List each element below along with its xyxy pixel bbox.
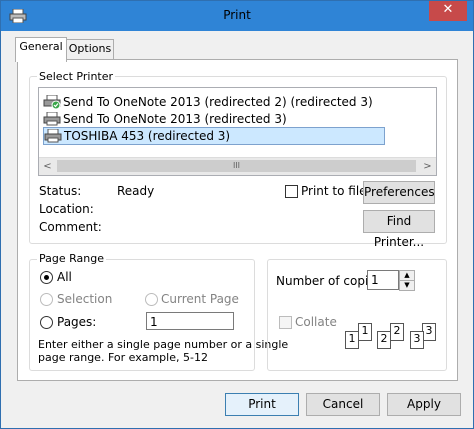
select-printer-title: Select Printer: [37, 70, 116, 83]
current-page-label[interactable]: Current Page: [161, 292, 239, 306]
page-range-hint: Enter either a single page number or a s…: [38, 338, 289, 351]
printer-item[interactable]: Send To OneNote 2013 (redirected 3): [43, 111, 287, 127]
selection-label[interactable]: Selection: [57, 292, 112, 306]
all-radio[interactable]: [40, 271, 53, 284]
pages-label[interactable]: Pages:: [57, 315, 96, 329]
print-dialog: Print ✕ General Options Select Printer S…: [0, 0, 474, 429]
location-label: Location:: [39, 202, 94, 216]
pages-radio[interactable]: [40, 316, 53, 329]
selection-radio[interactable]: [40, 293, 53, 306]
collate-page-front: 3: [410, 331, 424, 349]
page-range-title: Page Range: [37, 252, 106, 265]
printer-default-icon: [43, 95, 61, 109]
printer-name: Send To OneNote 2013 (redirected 3): [63, 112, 287, 126]
status-label: Status:: [39, 184, 82, 198]
printer-name: Send To OneNote 2013 (redirected 2) (red…: [63, 95, 373, 109]
find-printer-button[interactable]: Find Printer...: [363, 210, 435, 249]
collate-page-front: 1: [345, 331, 359, 349]
scroll-right-icon[interactable]: >: [419, 158, 436, 175]
page-range-hint: page range. For example, 5-12: [38, 351, 208, 364]
printer-icon: [44, 129, 62, 143]
close-button[interactable]: ✕: [429, 1, 467, 21]
horizontal-scrollbar[interactable]: < III >: [39, 157, 436, 175]
current-page-radio[interactable]: [145, 293, 158, 306]
tab-options[interactable]: Options: [66, 39, 114, 60]
collate-page-front: 2: [377, 331, 391, 349]
collate-page-back: 1: [358, 323, 372, 341]
pages-input[interactable]: 1: [146, 312, 234, 330]
printer-icon: [43, 112, 61, 126]
all-label[interactable]: All: [57, 270, 72, 284]
collate-label[interactable]: Collate: [295, 315, 337, 329]
printer-name: TOSHIBA 453 (redirected 3): [64, 129, 231, 143]
scroll-thumb[interactable]: III: [57, 160, 416, 172]
printer-list[interactable]: Send To OneNote 2013 (redirected 2) (red…: [38, 87, 437, 176]
title-bar: Print ✕: [1, 1, 473, 31]
preferences-button[interactable]: Preferences: [363, 181, 435, 204]
spin-down-icon[interactable]: ▼: [399, 280, 415, 291]
tab-general[interactable]: General: [15, 37, 67, 62]
scroll-left-icon[interactable]: <: [39, 158, 56, 175]
window-title: Print: [223, 8, 251, 22]
copies-input[interactable]: 1: [367, 270, 399, 290]
collate-checkbox[interactable]: [279, 316, 292, 329]
comment-label: Comment:: [39, 220, 102, 234]
print-button[interactable]: Print: [225, 393, 299, 416]
collate-page-back: 3: [422, 323, 436, 341]
status-value: Ready: [117, 184, 155, 198]
printer-item-selected[interactable]: TOSHIBA 453 (redirected 3): [43, 127, 385, 145]
print-to-file-label[interactable]: Print to file: [301, 184, 367, 198]
print-to-file-checkbox[interactable]: [285, 185, 298, 198]
cancel-button[interactable]: Cancel: [306, 393, 380, 416]
collate-page-back: 2: [390, 323, 404, 341]
printer-item[interactable]: Send To OneNote 2013 (redirected 2) (red…: [43, 94, 373, 110]
apply-button[interactable]: Apply: [387, 393, 461, 416]
